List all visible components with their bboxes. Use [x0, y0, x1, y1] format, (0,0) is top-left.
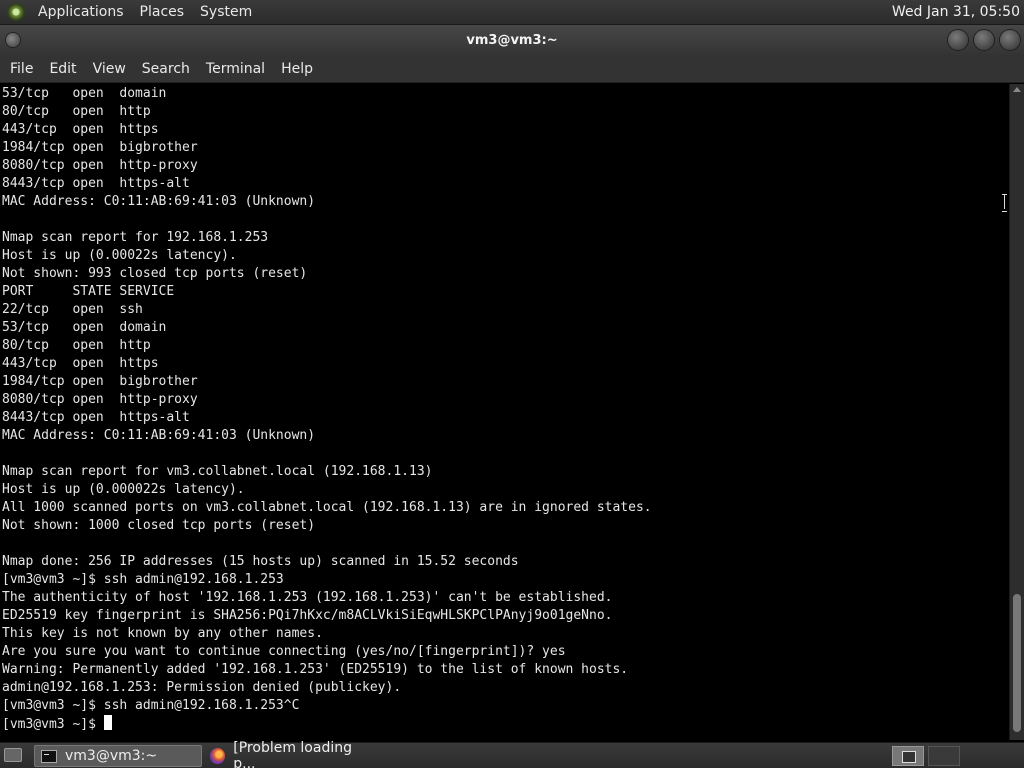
- terminal-line: 22/tcp open ssh: [2, 302, 143, 317]
- minimize-icon[interactable]: [948, 30, 968, 50]
- workspace-1[interactable]: [892, 746, 924, 766]
- terminal-line: Host is up (0.000022s latency).: [2, 482, 245, 497]
- terminal-line: 8443/tcp open https-alt: [2, 176, 190, 191]
- terminal-line: [vm3@vm3 ~]$ ssh admin@192.168.1.253^C: [2, 698, 300, 713]
- terminal-line: PORT STATE SERVICE: [2, 284, 175, 299]
- taskbar-item-label: [Problem loading p...: [233, 740, 352, 768]
- window-menu-icon[interactable]: [6, 33, 20, 47]
- menu-search[interactable]: Search: [134, 56, 198, 83]
- top-panel: Applications Places System Wed Jan 31, 0…: [0, 0, 1024, 25]
- menu-edit[interactable]: Edit: [41, 56, 84, 83]
- terminal-line: 8080/tcp open http-proxy: [2, 392, 198, 407]
- terminal-menubar: File Edit View Search Terminal Help: [0, 56, 1024, 83]
- taskbar-item-label: vm3@vm3:~: [65, 748, 158, 764]
- terminal-icon: [41, 749, 57, 763]
- terminal-output[interactable]: 53/tcp open domain 80/tcp open http 443/…: [0, 84, 1009, 740]
- panel-clock[interactable]: Wed Jan 31, 05:50: [892, 0, 1020, 25]
- terminal-line: 53/tcp open domain: [2, 320, 167, 335]
- terminal-scrollbar[interactable]: [1009, 84, 1024, 740]
- terminal-line: 443/tcp open https: [2, 122, 159, 137]
- terminal-line: This key is not known by any other names…: [2, 626, 323, 641]
- terminal-line: All 1000 scanned ports on vm3.collabnet.…: [2, 500, 652, 515]
- terminal-line: 80/tcp open http: [2, 338, 151, 353]
- menu-help[interactable]: Help: [273, 56, 321, 83]
- window-titlebar[interactable]: vm3@vm3:~: [0, 25, 1024, 56]
- system-menu[interactable]: System: [192, 0, 260, 25]
- maximize-icon[interactable]: [974, 30, 994, 50]
- terminal-line: 443/tcp open https: [2, 356, 159, 371]
- scroll-up-arrow-icon[interactable]: [1013, 87, 1021, 92]
- terminal-line: MAC Address: C0:11:AB:69:41:03 (Unknown): [2, 428, 316, 443]
- terminal-line: The authenticity of host '192.168.1.253 …: [2, 590, 613, 605]
- show-desktop-icon[interactable]: [4, 748, 22, 762]
- ibeam-cursor-icon: [1002, 194, 1008, 212]
- terminal-line: 8080/tcp open http-proxy: [2, 158, 198, 173]
- bottom-panel: vm3@vm3:~ [Problem loading p...: [0, 740, 1024, 768]
- terminal-line: admin@192.168.1.253: Permission denied (…: [2, 680, 402, 695]
- places-menu[interactable]: Places: [132, 0, 193, 25]
- text-cursor: [103, 715, 112, 730]
- terminal-line: Are you sure you want to continue connec…: [2, 644, 566, 659]
- terminal-line: Not shown: 1000 closed tcp ports (reset): [2, 518, 316, 533]
- window-title: vm3@vm3:~: [466, 33, 558, 48]
- firefox-icon: [210, 748, 226, 764]
- panel-menu: Applications Places System: [30, 0, 260, 25]
- terminal-line: 1984/tcp open bigbrother: [2, 374, 198, 389]
- terminal-line: 80/tcp open http: [2, 104, 151, 119]
- terminal-lines: 53/tcp open domain 80/tcp open http 443/…: [0, 84, 1009, 733]
- menu-terminal[interactable]: Terminal: [198, 56, 273, 83]
- workspace-2[interactable]: [928, 746, 960, 766]
- menu-file[interactable]: File: [2, 56, 41, 83]
- terminal-line: 53/tcp open domain: [2, 86, 167, 101]
- terminal-line: Nmap done: 256 IP addresses (15 hosts up…: [2, 554, 519, 569]
- terminal-line: 8443/tcp open https-alt: [2, 410, 190, 425]
- terminal-line: Nmap scan report for 192.168.1.253: [2, 230, 269, 245]
- taskbar-item-firefox[interactable]: [Problem loading p...: [204, 740, 372, 768]
- applications-menu[interactable]: Applications: [30, 0, 132, 25]
- terminal-line: [vm3@vm3 ~]$ ssh admin@192.168.1.253: [2, 572, 284, 587]
- terminal-line: Warning: Permanently added '192.168.1.25…: [2, 662, 629, 677]
- terminal-prompt: [vm3@vm3 ~]$: [2, 717, 104, 732]
- distro-logo-icon[interactable]: [7, 3, 25, 21]
- terminal-line: Not shown: 993 closed tcp ports (reset): [2, 266, 308, 281]
- terminal-line: ED25519 key fingerprint is SHA256:PQi7hK…: [2, 608, 613, 623]
- terminal-line: Nmap scan report for vm3.collabnet.local…: [2, 464, 433, 479]
- scrollbar-thumb[interactable]: [1013, 594, 1021, 732]
- close-icon[interactable]: [1000, 30, 1020, 50]
- terminal-line: MAC Address: C0:11:AB:69:41:03 (Unknown): [2, 194, 316, 209]
- window-controls: [948, 30, 1020, 50]
- menu-view[interactable]: View: [85, 56, 134, 83]
- terminal-line: 1984/tcp open bigbrother: [2, 140, 198, 155]
- terminal-prompt-line[interactable]: [vm3@vm3 ~]$: [2, 715, 1009, 733]
- taskbar-item-terminal[interactable]: vm3@vm3:~: [34, 745, 202, 767]
- terminal-line: Host is up (0.00022s latency).: [2, 248, 237, 263]
